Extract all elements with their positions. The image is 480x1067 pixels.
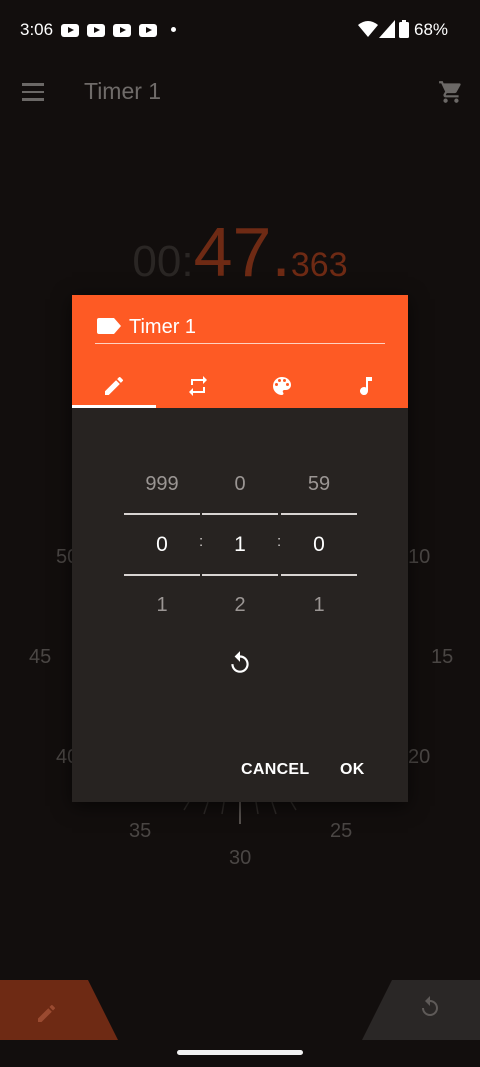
status-time: 3:06 xyxy=(20,20,54,39)
dial-label: 20 xyxy=(408,746,431,768)
seconds-picker[interactable]: 59 0 1 xyxy=(281,473,357,617)
dial-label: 30 xyxy=(229,847,252,869)
battery-percentage: 68% xyxy=(414,20,449,39)
timer-seconds: 47. xyxy=(193,213,291,291)
music-note-icon xyxy=(360,376,372,395)
timer-edit-dialog: Timer 1 999 0 1: 0 1 2: 59 0 1 CANCEL … xyxy=(72,295,408,802)
youtube-notification-icon xyxy=(113,24,131,37)
edit-fab[interactable] xyxy=(0,980,120,1040)
minutes-prev[interactable]: 0 xyxy=(202,473,278,496)
tab-edit[interactable] xyxy=(72,363,156,408)
page-title: Timer 1 xyxy=(84,78,162,104)
hours-value[interactable]: 0 xyxy=(124,533,200,557)
palette-icon xyxy=(273,376,291,395)
seconds-next[interactable]: 1 xyxy=(281,594,357,617)
wifi-icon xyxy=(358,21,378,37)
seconds-value[interactable]: 0 xyxy=(281,533,357,557)
dial-label: 10 xyxy=(408,546,431,568)
hours-prev[interactable]: 999 xyxy=(124,473,200,496)
battery-icon xyxy=(399,20,409,38)
picker-divider xyxy=(281,513,357,515)
picker-divider xyxy=(124,574,200,576)
cart-icon[interactable] xyxy=(438,79,464,105)
cancel-button[interactable]: CANCEL xyxy=(241,761,309,779)
more-notifications-dot xyxy=(171,27,176,32)
dial-label: 25 xyxy=(330,820,353,842)
tab-sound[interactable] xyxy=(324,363,408,408)
dialog-header: Timer 1 xyxy=(72,295,408,408)
tab-indicator xyxy=(72,405,156,408)
reset-fab[interactable] xyxy=(362,980,480,1040)
hours-next[interactable]: 1 xyxy=(124,594,200,617)
reset-icon[interactable] xyxy=(227,650,253,676)
dial-label: 35 xyxy=(129,820,152,842)
dial-label: 45 xyxy=(29,646,52,668)
picker-divider xyxy=(281,574,357,576)
ok-button[interactable]: OK xyxy=(340,761,365,779)
minutes-picker[interactable]: 0 1 2 xyxy=(202,473,278,617)
tab-repeat[interactable] xyxy=(156,363,240,408)
edit-icon xyxy=(105,376,124,395)
repeat-icon xyxy=(189,375,207,396)
menu-icon[interactable] xyxy=(22,83,44,101)
picker-divider xyxy=(124,513,200,515)
hours-picker[interactable]: 999 0 1 xyxy=(124,473,200,617)
youtube-notification-icon xyxy=(61,24,79,37)
picker-divider xyxy=(202,513,278,515)
minutes-next[interactable]: 2 xyxy=(202,594,278,617)
timer-display: 00:47.363 xyxy=(0,212,480,292)
youtube-notification-icon xyxy=(139,24,157,37)
timer-name-field[interactable]: Timer 1 xyxy=(95,313,385,344)
dial-ticks xyxy=(183,800,297,824)
label-icon xyxy=(97,318,121,334)
picker-divider xyxy=(202,574,278,576)
status-bar: 3:06 68% xyxy=(0,0,480,60)
timer-hours: 00: xyxy=(132,237,194,286)
timer-name-value: Timer 1 xyxy=(129,316,197,338)
signal-icon xyxy=(379,20,395,38)
seconds-prev[interactable]: 59 xyxy=(281,473,357,496)
timer-millis: 363 xyxy=(290,246,348,284)
tab-color[interactable] xyxy=(240,363,324,408)
home-indicator[interactable] xyxy=(177,1050,303,1055)
minutes-value[interactable]: 1 xyxy=(202,533,278,557)
dial-label: 15 xyxy=(431,646,454,668)
youtube-notification-icon xyxy=(87,24,105,37)
